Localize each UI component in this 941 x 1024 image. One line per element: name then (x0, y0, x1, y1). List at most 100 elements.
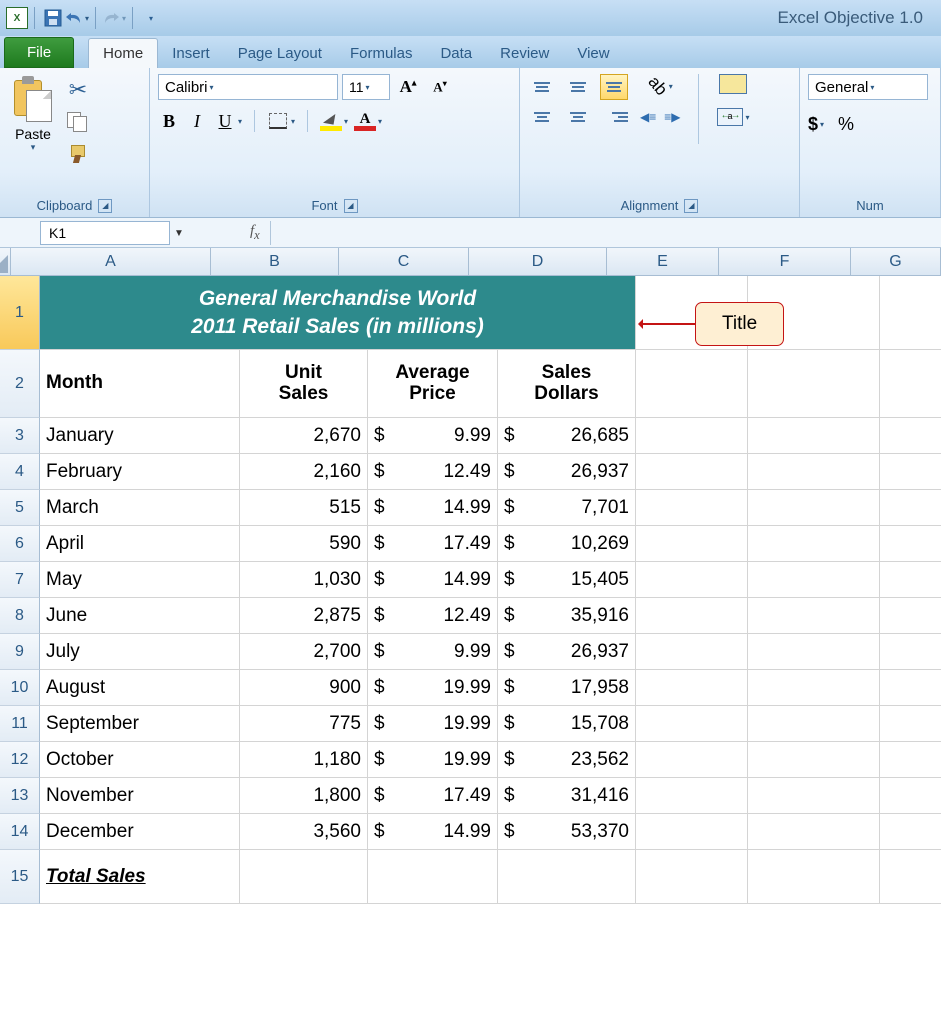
cell[interactable] (748, 706, 880, 742)
cell[interactable] (636, 706, 748, 742)
cell[interactable]: 775 (240, 706, 368, 742)
cell[interactable] (748, 350, 880, 418)
total-sales-cell[interactable]: Total Sales (40, 850, 240, 904)
cell[interactable]: December (40, 814, 240, 850)
redo-button[interactable] (102, 6, 126, 30)
cell[interactable]: $15,405 (498, 562, 636, 598)
cell[interactable] (636, 814, 748, 850)
cell[interactable]: 2,160 (240, 454, 368, 490)
tab-insert[interactable]: Insert (158, 39, 224, 68)
select-all-corner[interactable] (0, 248, 11, 276)
align-center-button[interactable] (564, 104, 592, 130)
cell[interactable] (636, 634, 748, 670)
font-size-dropdown[interactable]: 11 (342, 74, 390, 100)
cell[interactable]: November (40, 778, 240, 814)
row-header-10[interactable]: 10 (0, 670, 40, 706)
cell[interactable] (748, 526, 880, 562)
cell[interactable]: 515 (240, 490, 368, 526)
cut-button[interactable]: ✂ (64, 78, 92, 102)
row-header-8[interactable]: 8 (0, 598, 40, 634)
tab-home[interactable]: Home (88, 38, 158, 68)
currency-button[interactable]: $ (808, 114, 824, 135)
cell[interactable] (880, 598, 941, 634)
cell[interactable] (748, 778, 880, 814)
cell[interactable] (636, 778, 748, 814)
cell[interactable] (636, 526, 748, 562)
align-bottom-button[interactable] (600, 74, 628, 100)
row-header-12[interactable]: 12 (0, 742, 40, 778)
cell[interactable] (880, 490, 941, 526)
cell[interactable]: $9.99 (368, 418, 498, 454)
border-button[interactable] (267, 111, 295, 131)
cell[interactable]: Month (40, 350, 240, 418)
cell[interactable] (636, 418, 748, 454)
row-header-15[interactable]: 15 (0, 850, 40, 904)
cell[interactable]: $17,958 (498, 670, 636, 706)
cell[interactable] (880, 742, 941, 778)
cell[interactable]: October (40, 742, 240, 778)
copy-button[interactable] (64, 110, 92, 134)
cell[interactable]: March (40, 490, 240, 526)
qat-customize-button[interactable]: ▾ (139, 6, 163, 30)
column-header-G[interactable]: G (851, 248, 941, 276)
cell[interactable] (636, 742, 748, 778)
clipboard-dialog-launcher[interactable]: ◢ (98, 199, 112, 213)
cell[interactable] (880, 562, 941, 598)
tab-data[interactable]: Data (426, 39, 486, 68)
cell[interactable] (636, 670, 748, 706)
indent-decrease-button[interactable]: ◀≡ (640, 110, 656, 124)
cell[interactable] (498, 850, 636, 904)
cell[interactable] (748, 814, 880, 850)
cell[interactable] (880, 526, 941, 562)
cell[interactable] (748, 418, 880, 454)
cell[interactable]: May (40, 562, 240, 598)
bold-button[interactable]: B (158, 111, 180, 132)
tab-page-layout[interactable]: Page Layout (224, 39, 336, 68)
cell[interactable] (636, 598, 748, 634)
cell[interactable] (880, 418, 941, 454)
cell[interactable] (748, 562, 880, 598)
align-right-button[interactable] (600, 104, 628, 130)
fx-icon[interactable]: fx (250, 223, 260, 243)
column-header-B[interactable]: B (211, 248, 339, 276)
merge-center-button[interactable]: a (717, 108, 749, 126)
cell[interactable]: $35,916 (498, 598, 636, 634)
cell[interactable]: $9.99 (368, 634, 498, 670)
cell[interactable]: $19.99 (368, 706, 498, 742)
format-painter-button[interactable] (64, 142, 92, 166)
cell[interactable] (880, 814, 941, 850)
cell[interactable]: $14.99 (368, 490, 498, 526)
row-header-7[interactable]: 7 (0, 562, 40, 598)
align-left-button[interactable] (528, 104, 556, 130)
cell[interactable]: 900 (240, 670, 368, 706)
cell[interactable]: 1,180 (240, 742, 368, 778)
cell[interactable]: 1,030 (240, 562, 368, 598)
cell[interactable] (368, 850, 498, 904)
cell[interactable] (240, 850, 368, 904)
font-dialog-launcher[interactable]: ◢ (344, 199, 358, 213)
save-button[interactable] (41, 6, 65, 30)
row-header-6[interactable]: 6 (0, 526, 40, 562)
title-cell[interactable]: General Merchandise World2011 Retail Sal… (40, 276, 636, 350)
tab-view[interactable]: View (563, 39, 623, 68)
cell[interactable]: August (40, 670, 240, 706)
cell[interactable]: $23,562 (498, 742, 636, 778)
cell[interactable]: $14.99 (368, 562, 498, 598)
cell[interactable] (636, 562, 748, 598)
column-header-C[interactable]: C (339, 248, 469, 276)
cell[interactable] (748, 490, 880, 526)
cell[interactable]: $14.99 (368, 814, 498, 850)
cell[interactable]: $53,370 (498, 814, 636, 850)
cell[interactable] (880, 778, 941, 814)
grow-font-button[interactable]: A▴ (394, 75, 422, 99)
tab-file[interactable]: File (4, 37, 74, 68)
underline-button[interactable]: U (214, 111, 242, 132)
cell[interactable]: UnitSales (240, 350, 368, 418)
paste-button[interactable]: Paste ▾ (8, 74, 58, 155)
cell[interactable]: 2,700 (240, 634, 368, 670)
cell[interactable] (748, 598, 880, 634)
cell[interactable] (748, 670, 880, 706)
cell[interactable]: $17.49 (368, 778, 498, 814)
row-header-9[interactable]: 9 (0, 634, 40, 670)
cell[interactable]: SalesDollars (498, 350, 636, 418)
